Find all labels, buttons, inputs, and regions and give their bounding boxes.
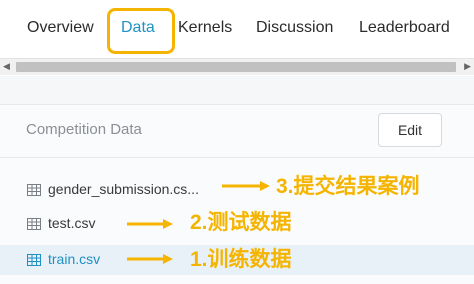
table-file-icon — [27, 254, 41, 266]
edit-button[interactable]: Edit — [378, 113, 442, 147]
horizontal-scrollbar[interactable]: ◀ ▶ — [0, 58, 474, 75]
scroll-right-icon[interactable]: ▶ — [464, 61, 471, 72]
data-tab-highlight — [107, 8, 175, 54]
section-gap — [0, 76, 474, 104]
tab-leaderboard[interactable]: Leaderboard — [359, 18, 450, 38]
annotation-test-data: 2.测试数据 — [190, 211, 292, 234]
tab-overview[interactable]: Overview — [27, 18, 94, 38]
panel-title: Competition Data — [26, 121, 142, 138]
annotation-arrow-icon — [222, 181, 270, 191]
annotation-arrow-icon — [127, 254, 173, 264]
table-file-icon — [27, 184, 41, 196]
annotation-submission-example: 3.提交结果案例 — [276, 175, 420, 198]
tab-discussion[interactable]: Discussion — [256, 18, 333, 38]
tab-bar: Overview Data Kernels Discussion Leaderb… — [0, 0, 474, 58]
scroll-left-icon[interactable]: ◀ — [3, 61, 10, 72]
annotation-train-data: 1.训练数据 — [190, 248, 292, 271]
annotation-arrow-icon — [127, 219, 173, 229]
file-name[interactable]: train.csv — [48, 251, 100, 267]
file-name[interactable]: gender_submission.cs... — [48, 181, 199, 197]
kaggle-competition-page: Overview Data Kernels Discussion Leaderb… — [0, 0, 474, 284]
scrollbar-thumb[interactable] — [16, 62, 456, 72]
tab-kernels[interactable]: Kernels — [178, 18, 232, 38]
table-file-icon — [27, 218, 41, 230]
panel-divider — [0, 157, 474, 158]
file-name[interactable]: test.csv — [48, 215, 95, 231]
